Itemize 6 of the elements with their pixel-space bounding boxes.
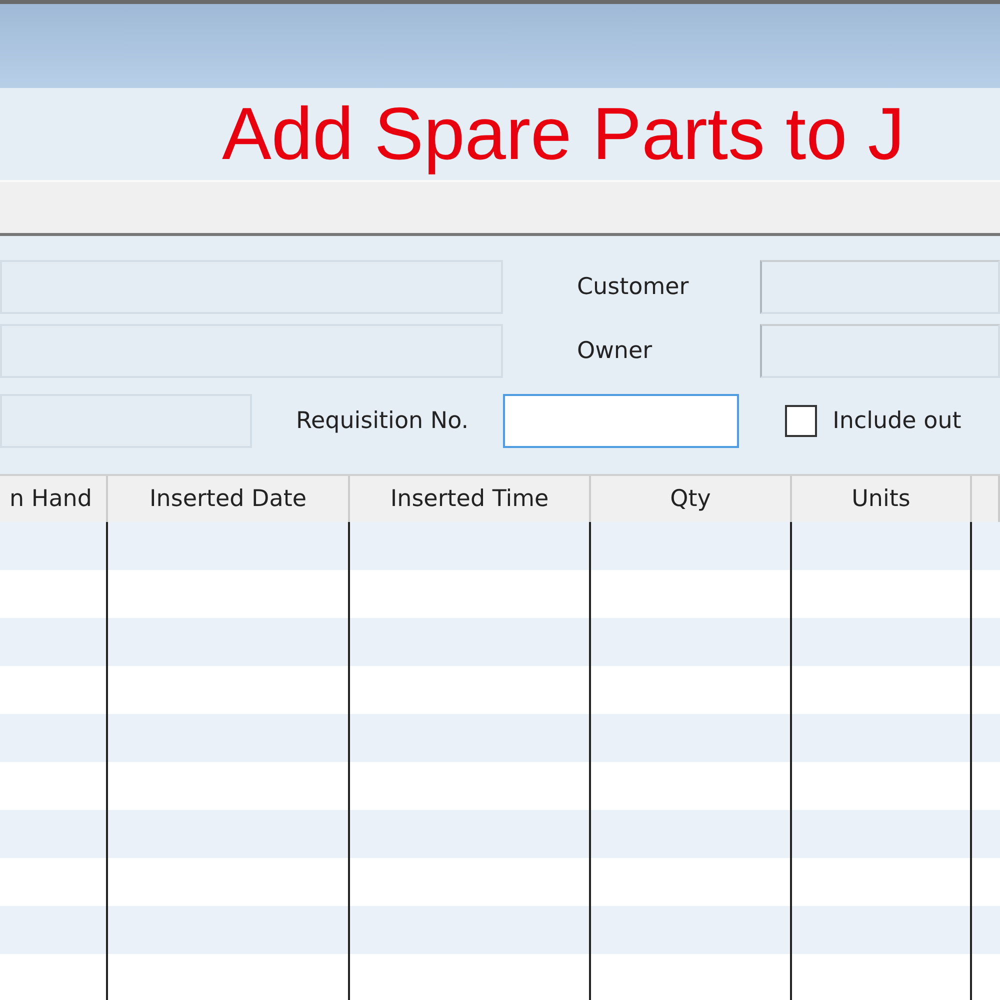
requisition-input[interactable] <box>502 394 739 448</box>
checkbox-label: Include out <box>832 408 962 434</box>
requisition-label: Requisition No. <box>296 408 469 434</box>
owner-label: Owner <box>577 338 652 364</box>
include-checkbox[interactable] <box>784 405 817 437</box>
customer-label: Customer <box>577 274 689 300</box>
